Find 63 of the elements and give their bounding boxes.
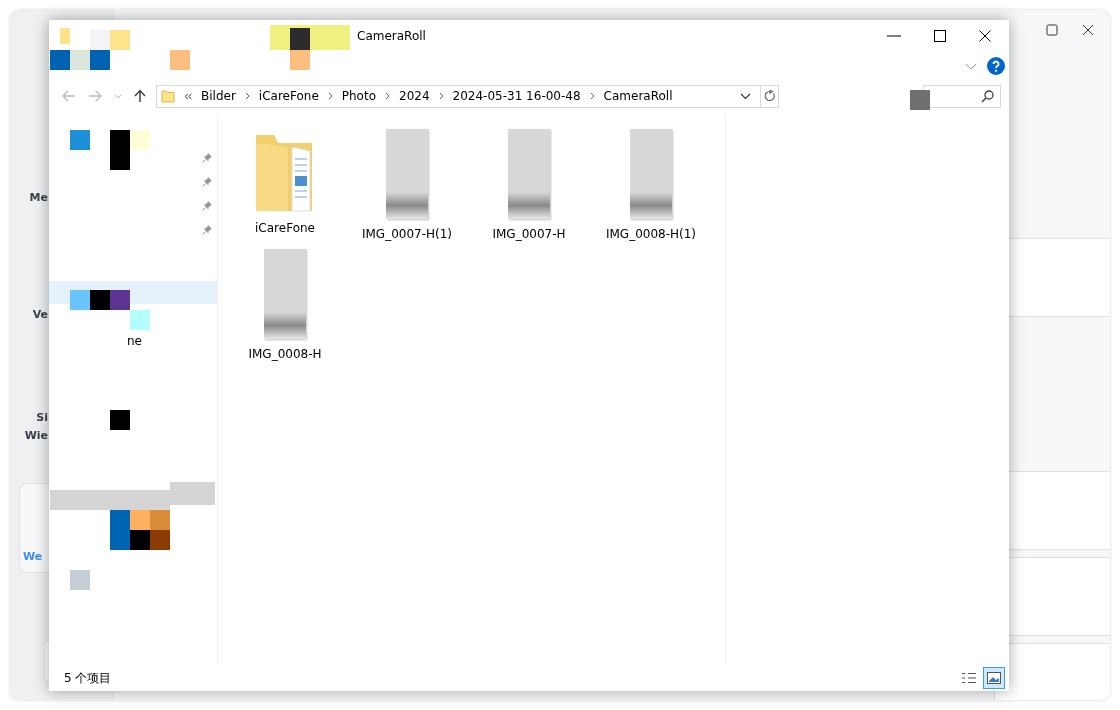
refresh-button[interactable] (760, 85, 778, 107)
breadcrumb-item[interactable]: 2024-05-31 16-00-48 (452, 89, 581, 103)
sidebar-label[interactable]: Si Wie (24, 409, 48, 445)
breadcrumb-item[interactable]: 2024 (399, 89, 430, 103)
breadcrumb-item[interactable]: CameraRoll (603, 89, 673, 103)
pixelation-block (60, 28, 70, 44)
file-item[interactable]: IMG_0008-H (224, 245, 346, 365)
pixelation-block (90, 30, 110, 50)
pixelation-block (70, 50, 90, 70)
breadcrumb-item[interactable]: Photo (341, 89, 376, 103)
pin-icon[interactable] (202, 151, 213, 163)
card-label: We (23, 550, 43, 563)
up-arrow-icon[interactable] (134, 89, 146, 103)
pixelation-block (110, 30, 130, 50)
picture-icon (987, 672, 1001, 684)
pixelation-block (130, 310, 150, 330)
double-chevron-icon (184, 92, 192, 100)
pixelation-block (70, 570, 90, 590)
help-icon[interactable] (987, 57, 1005, 75)
list-icon (961, 672, 977, 684)
window-title: CameraRoll (357, 29, 426, 43)
sidebar-label[interactable]: Ve (32, 306, 48, 324)
file-name: IMG_0007-H(1) (361, 227, 453, 241)
file-name: IMG_0008-H (248, 347, 322, 361)
breadcrumb-item[interactable]: Bilder (201, 89, 236, 103)
maximize-icon[interactable] (934, 30, 946, 42)
chevron-right-icon (589, 92, 595, 100)
pixelation-block (110, 290, 130, 310)
close-icon[interactable] (1082, 24, 1094, 36)
pixelation-block (90, 50, 110, 70)
pixelation-block (70, 130, 90, 150)
pixelation-block (170, 50, 190, 70)
pixelation-block (910, 90, 930, 110)
pixelation-block (50, 50, 70, 70)
file-item[interactable]: IMG_0007-H(1) (346, 125, 468, 245)
sidebar-label[interactable]: Me (29, 189, 48, 207)
chevron-right-icon (244, 92, 250, 100)
file-name: IMG_0007-H (492, 227, 566, 241)
chevron-right-icon (438, 92, 444, 100)
pin-icon[interactable] (202, 199, 213, 211)
close-icon[interactable] (979, 30, 991, 42)
file-item[interactable]: IMG_0007-H (468, 125, 590, 245)
chevron-down-icon[interactable] (740, 92, 751, 100)
chevron-right-icon (385, 92, 390, 100)
file-item[interactable]: IMG_0008-H(1) (590, 125, 712, 245)
item-count: 5 个项目 (64, 669, 112, 687)
pixelation-block (70, 290, 90, 310)
pixelation-block (150, 530, 170, 550)
file-name: IMG_0008-H(1) (605, 227, 697, 241)
pixelation-block (90, 290, 110, 310)
pin-icon[interactable] (202, 223, 213, 235)
file-name: iCareFone (255, 221, 315, 235)
pin-icon[interactable] (202, 175, 213, 187)
breadcrumb-item[interactable]: iCareFone (258, 89, 319, 103)
address-bar[interactable]: Bilder iCareFone Photo 2024 2024-05-31 16-00-48 CameraRoll (156, 84, 779, 108)
search-icon (981, 89, 994, 103)
folder-icon (161, 89, 175, 103)
chevron-right-icon (327, 92, 333, 100)
refresh-icon (763, 90, 776, 102)
pixelation-block (110, 410, 130, 430)
large-icons-view-button[interactable] (983, 667, 1005, 689)
file-item[interactable]: iCareFone (224, 125, 346, 245)
navigation-item[interactable]: ne (49, 329, 217, 352)
